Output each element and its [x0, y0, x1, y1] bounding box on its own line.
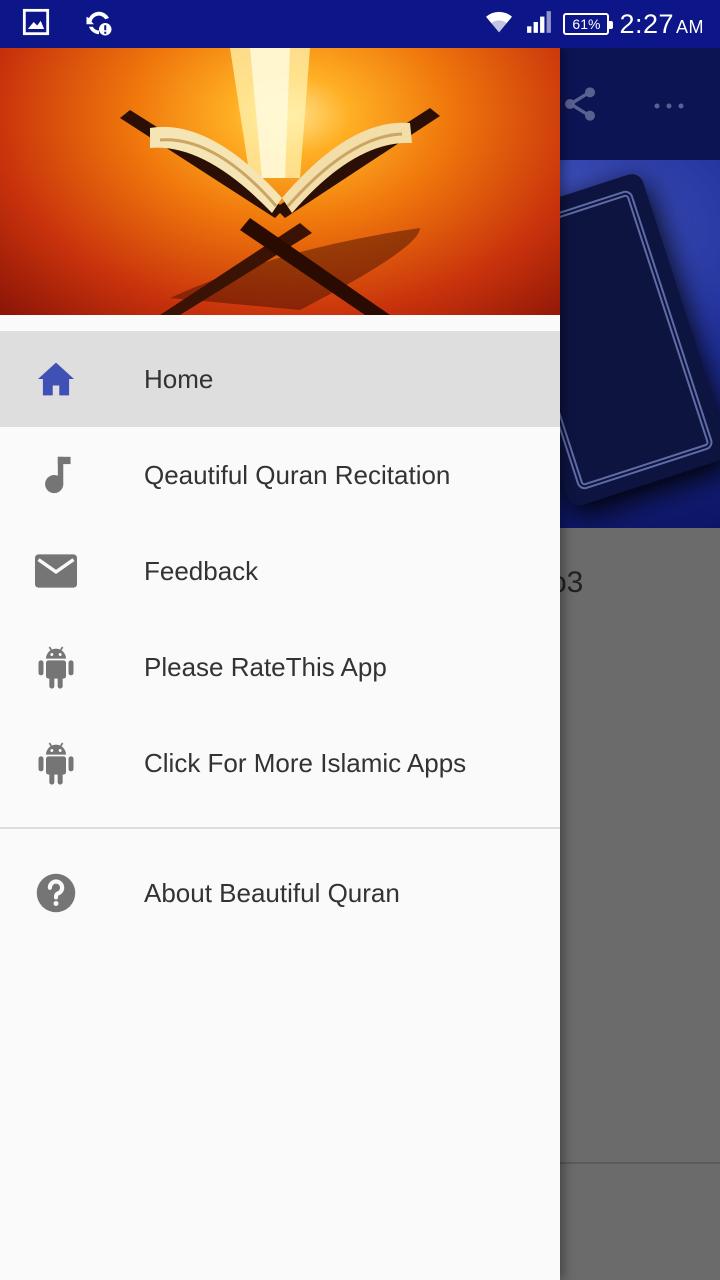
sync-alert-icon: [84, 8, 114, 43]
menu-item-home[interactable]: Home: [0, 331, 560, 427]
menu-item-label: Click For More Islamic Apps: [144, 747, 467, 778]
drawer-menu: Home Qeautiful Quran Recitation Feedback…: [0, 331, 560, 941]
drawer-header-image: [0, 48, 560, 315]
home-icon: [34, 357, 78, 401]
quran-stand-illustration: [120, 48, 440, 315]
help-icon: [34, 871, 78, 915]
menu-item-label: Home: [144, 363, 214, 394]
menu-item-label: Qeautiful Quran Recitation: [144, 459, 451, 490]
share-icon: [560, 84, 600, 129]
music-note-icon: [34, 453, 78, 497]
menu-item-feedback[interactable]: Feedback: [0, 523, 560, 619]
android-icon: [34, 645, 78, 689]
clock-time: 2:27: [619, 8, 674, 39]
menu-item-more-apps[interactable]: Click For More Islamic Apps: [0, 715, 560, 811]
menu-item-rate-app[interactable]: Please RateThis App: [0, 619, 560, 715]
gallery-icon: [22, 8, 50, 43]
menu-item-about[interactable]: About Beautiful Quran: [0, 845, 560, 941]
clock-am-pm: AM: [676, 16, 704, 37]
clock: 2:27 AM: [619, 9, 704, 40]
menu-item-label: Feedback: [144, 555, 259, 586]
more-vert-icon: [652, 98, 686, 116]
menu-separator: [0, 827, 560, 829]
mail-icon: [34, 549, 78, 593]
battery-percent: 61%: [572, 16, 601, 32]
wifi-icon: [483, 9, 515, 40]
battery-indicator: 61%: [563, 13, 614, 35]
navigation-drawer: Home Qeautiful Quran Recitation Feedback…: [0, 48, 560, 1280]
android-icon: [34, 741, 78, 785]
signal-icon: [525, 9, 553, 40]
menu-item-label: Please RateThis App: [144, 651, 387, 682]
status-bar: 61% 2:27 AM: [0, 0, 720, 48]
menu-item-label: About Beautiful Quran: [144, 877, 400, 908]
menu-item-quran-recitation[interactable]: Qeautiful Quran Recitation: [0, 427, 560, 523]
